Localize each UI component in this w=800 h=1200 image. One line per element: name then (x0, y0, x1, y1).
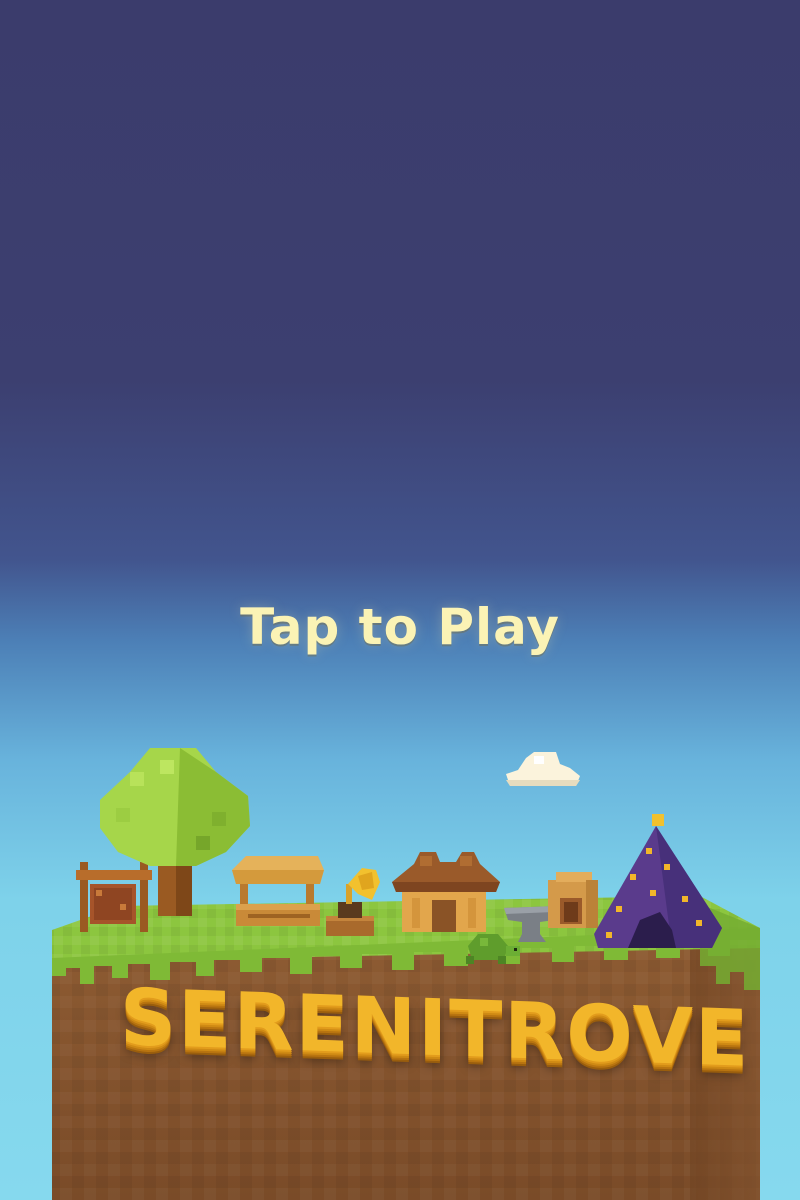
game-title: SERENITROVE (120, 972, 751, 1085)
furnace-icon (548, 872, 598, 928)
market-stall-icon (232, 856, 324, 926)
notice-board-icon (76, 862, 152, 932)
title-screen[interactable]: Tap to Play SERENITROVE (0, 0, 800, 1200)
cloud-icon (506, 752, 580, 786)
wizard-tent-icon (594, 814, 722, 948)
wooden-house-icon (392, 852, 500, 932)
game-logo: SERENITROVE (120, 973, 750, 1102)
